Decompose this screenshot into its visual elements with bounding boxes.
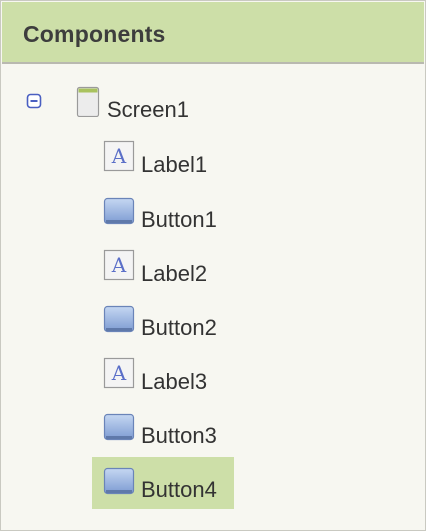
tree-node-label3[interactable]: A Label3 <box>103 357 233 395</box>
tree-node-label: Button3 <box>141 423 217 448</box>
tree-node-label1[interactable]: A Label1 <box>103 140 233 178</box>
svg-text:A: A <box>111 253 127 277</box>
components-panel: Components Screen1 A Label1 Button1 A La… <box>0 0 426 531</box>
tree-node-label: Button1 <box>141 207 217 232</box>
tree-node-button2[interactable]: Button2 <box>103 303 233 341</box>
component-tree: Screen1 A Label1 Button1 A Label2 Button… <box>1 65 425 530</box>
tree-node-label: Button2 <box>141 315 217 340</box>
tree-node-label: Label3 <box>141 369 208 394</box>
svg-text:A: A <box>111 144 127 168</box>
label-icon: A <box>103 249 135 281</box>
button-icon <box>103 197 135 225</box>
tree-node-label: Label1 <box>141 152 208 177</box>
collapse-icon[interactable] <box>26 93 42 109</box>
panel-header: Components <box>2 2 424 64</box>
tree-node-label: Button4 <box>141 477 217 502</box>
button-icon <box>103 305 135 333</box>
tree-node-label: Screen1 <box>107 97 189 122</box>
tree-node-button1[interactable]: Button1 <box>103 195 233 233</box>
label-icon: A <box>103 140 135 172</box>
button-icon <box>103 467 135 495</box>
tree-node-button4[interactable]: Button4 <box>92 457 234 509</box>
tree-node-screen1[interactable]: Screen1 <box>73 85 233 125</box>
label-icon: A <box>103 357 135 389</box>
screen-icon <box>76 86 100 117</box>
tree-node-button3[interactable]: Button3 <box>103 411 233 449</box>
panel-title: Components <box>23 21 166 47</box>
tree-node-label: Label2 <box>141 261 208 286</box>
tree-node-label2[interactable]: A Label2 <box>103 249 233 287</box>
button-icon <box>103 413 135 441</box>
svg-text:A: A <box>111 361 127 385</box>
